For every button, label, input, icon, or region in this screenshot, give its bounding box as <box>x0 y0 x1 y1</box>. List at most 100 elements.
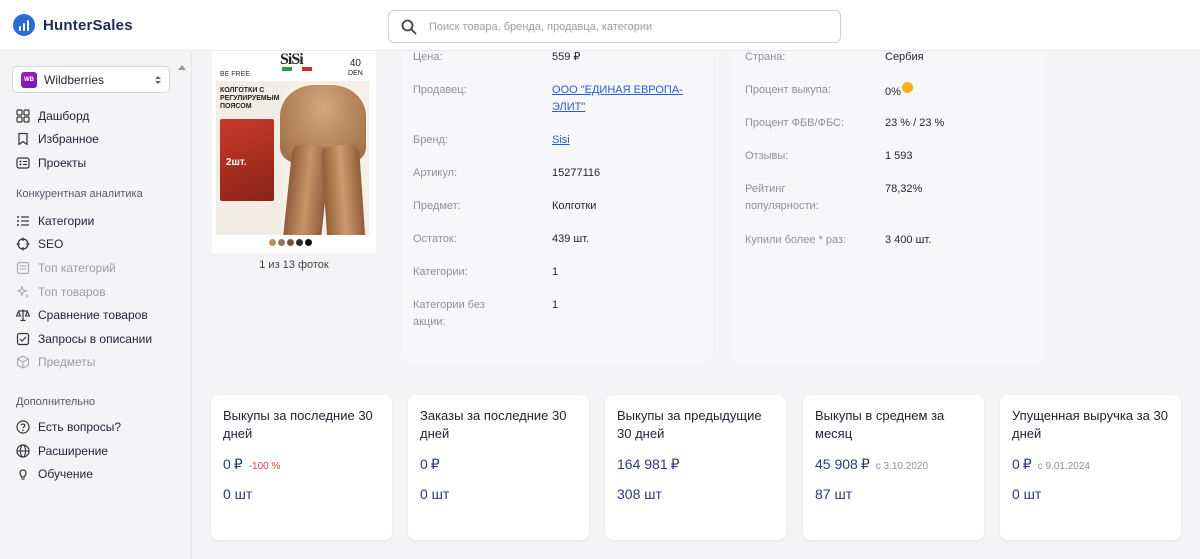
sidebar-item-categories[interactable]: Категории <box>16 214 94 228</box>
color-swatch[interactable] <box>305 239 312 246</box>
buyout-percent-value: 0% <box>885 86 901 98</box>
search-box[interactable] <box>388 10 841 43</box>
sidebar-item-extension[interactable]: Расширение <box>16 444 108 458</box>
color-swatch[interactable] <box>269 239 276 246</box>
product-info-left: Цена: 559 ₽ Продавец: ООО "ЕДИНАЯ ЕВРОПА… <box>401 51 713 363</box>
sidebar-item-label: Обучение <box>38 467 93 481</box>
app-name: HunterSales <box>43 16 133 34</box>
wildberries-logo-icon: WB <box>21 71 37 88</box>
sidebar-item-compare[interactable]: Сравнение товаров <box>16 308 148 322</box>
sidebar-item-label: Сравнение товаров <box>38 308 148 322</box>
sidebar-item-top-products[interactable]: Топ товаров <box>16 285 106 299</box>
sidebar-item-projects[interactable]: Проекты <box>16 156 86 170</box>
sidebar-item-subjects[interactable]: Предметы <box>16 355 95 369</box>
package-tagline: BE FREE <box>220 71 250 78</box>
queries-icon <box>16 332 30 346</box>
price-value: 559 ₽ <box>552 51 581 63</box>
marketplace-label: Wildberries <box>44 72 105 87</box>
legs-illustration <box>274 85 369 235</box>
stat-card-orders-last-30: Заказы за последние 30 дней 0 ₽ 0 шт <box>408 395 589 540</box>
stat-quantity: 308 шт <box>617 486 662 502</box>
target-icon <box>16 237 30 251</box>
sidebar-item-training[interactable]: Обучение <box>16 467 93 481</box>
subject-value: Колготки <box>552 200 597 212</box>
country-value: Сербия <box>885 51 924 63</box>
search-input[interactable] <box>429 20 809 33</box>
stat-value: 0 ₽ -100 % <box>223 456 281 472</box>
italy-flag-icon <box>282 67 312 71</box>
categories-no-promo-value: 1 <box>552 299 559 311</box>
package-density: 40 DEN <box>348 58 363 78</box>
bought-more-value: 3 400 шт. <box>885 234 932 246</box>
stat-quantity: 0 шт <box>223 486 253 502</box>
fbw-fbs-value: 23 % / 23 % <box>885 117 945 129</box>
stat-change: -100 % <box>248 461 281 472</box>
stat-quantity: 0 шт <box>420 486 450 502</box>
sparkle-icon <box>16 285 30 299</box>
sidebar-item-label: Топ категорий <box>38 261 116 275</box>
sidebar-item-label: Есть вопросы? <box>38 420 122 434</box>
color-swatch[interactable] <box>287 239 294 246</box>
question-icon <box>16 420 30 434</box>
color-swatches <box>269 239 312 246</box>
sidebar-item-label: Запросы в описании <box>38 332 153 346</box>
product-image[interactable]: SiSi BE FREE 40 DEN КОЛГОТКИ С РЕГУЛИРУЕМ… <box>216 51 369 235</box>
stat-since-date: с 9.01.2024 <box>1037 461 1090 472</box>
marketplace-select[interactable]: WB Wildberries <box>12 66 170 93</box>
sidebar-item-label: Топ товаров <box>38 285 106 299</box>
sidebar-item-label: Дашборд <box>38 109 90 123</box>
sidebar-item-top-categories[interactable]: Топ категорий <box>16 261 116 275</box>
top-header: HunterSales <box>0 0 1200 51</box>
top-categories-icon <box>16 261 30 275</box>
seller-link[interactable]: ООО "ЕДИНАЯ ЕВРОПА-ЭЛИТ" <box>552 84 683 113</box>
categories-value: 1 <box>552 266 559 278</box>
sidebar-item-description-queries[interactable]: Запросы в описании <box>16 332 152 346</box>
sidebar-item-dashboard[interactable]: Дашборд <box>16 109 89 123</box>
stat-since-date: с 3.10.2020 <box>875 461 929 472</box>
sidebar-item-label: Категории <box>38 214 95 228</box>
sidebar-item-seo[interactable]: SEO <box>16 237 63 251</box>
search-icon <box>401 19 417 34</box>
scroll-up-arrow[interactable] <box>178 65 186 70</box>
stat-quantity: 87 шт <box>815 486 853 502</box>
brand-link[interactable]: Sisi <box>552 134 570 146</box>
sidebar-item-label: Расширение <box>38 444 108 458</box>
app-logo[interactable]: HunterSales <box>13 14 133 36</box>
popularity-value: 78,32% <box>885 183 923 195</box>
stat-value: 0 ₽ <box>420 456 440 472</box>
bookmark-icon <box>16 132 30 146</box>
warning-icon[interactable] <box>901 82 913 93</box>
sidebar-item-label: Избранное <box>38 132 99 146</box>
stat-card-buyouts-avg-month: Выкупы в среднем за месяц 45 908 ₽ с 3.10.… <box>803 395 984 540</box>
sidebar-item-label: Проекты <box>38 156 87 170</box>
stat-value: 0 ₽ с 9.01.2024 <box>1012 456 1090 472</box>
color-swatch[interactable] <box>278 239 285 246</box>
globe-icon <box>16 444 30 458</box>
article-value: 15277116 <box>552 167 601 179</box>
section-title-competitive: Конкурентная аналитика <box>16 188 143 200</box>
stat-card-buyouts-last-30: Выкупы за последние 30 дней 0 ₽ -100 % 0 ш… <box>211 395 392 540</box>
stat-value: 45 908 ₽ с 3.10.2020 <box>815 456 929 472</box>
stat-card-lost-revenue: Упущенная выручка за 30 дней 0 ₽ с 9.01.20… <box>1000 395 1181 540</box>
compare-icon <box>16 308 30 322</box>
stat-quantity: 0 шт <box>1012 486 1042 502</box>
sidebar: WB Wildberries Дашборд Избранное Проекты… <box>0 51 192 559</box>
stat-title: Выкупы за предыдущие 30 дней <box>617 408 762 441</box>
select-arrows-icon <box>155 75 161 84</box>
sidebar-item-label: SEO <box>38 237 64 251</box>
bulb-icon <box>16 467 30 481</box>
sidebar-item-questions[interactable]: Есть вопросы? <box>16 420 121 434</box>
stock-value: 439 шт. <box>552 233 590 245</box>
sidebar-item-favorites[interactable]: Избранное <box>16 132 99 146</box>
dashboard-icon <box>16 109 30 123</box>
projects-icon <box>16 156 30 170</box>
photo-count: 1 из 13 фоток <box>259 259 329 271</box>
stat-value: 164 981 ₽ <box>617 456 680 472</box>
stat-title: Упущенная выручка за 30 дней <box>1012 408 1168 441</box>
section-title-extra: Дополнительно <box>16 396 96 408</box>
stat-card-buyouts-prev-30: Выкупы за предыдущие 30 дней 164 981 ₽ 30… <box>605 395 786 540</box>
package-count: 2шт. <box>226 157 247 168</box>
list-icon <box>16 214 30 228</box>
sidebar-item-label: Предметы <box>38 355 96 369</box>
color-swatch[interactable] <box>296 239 303 246</box>
